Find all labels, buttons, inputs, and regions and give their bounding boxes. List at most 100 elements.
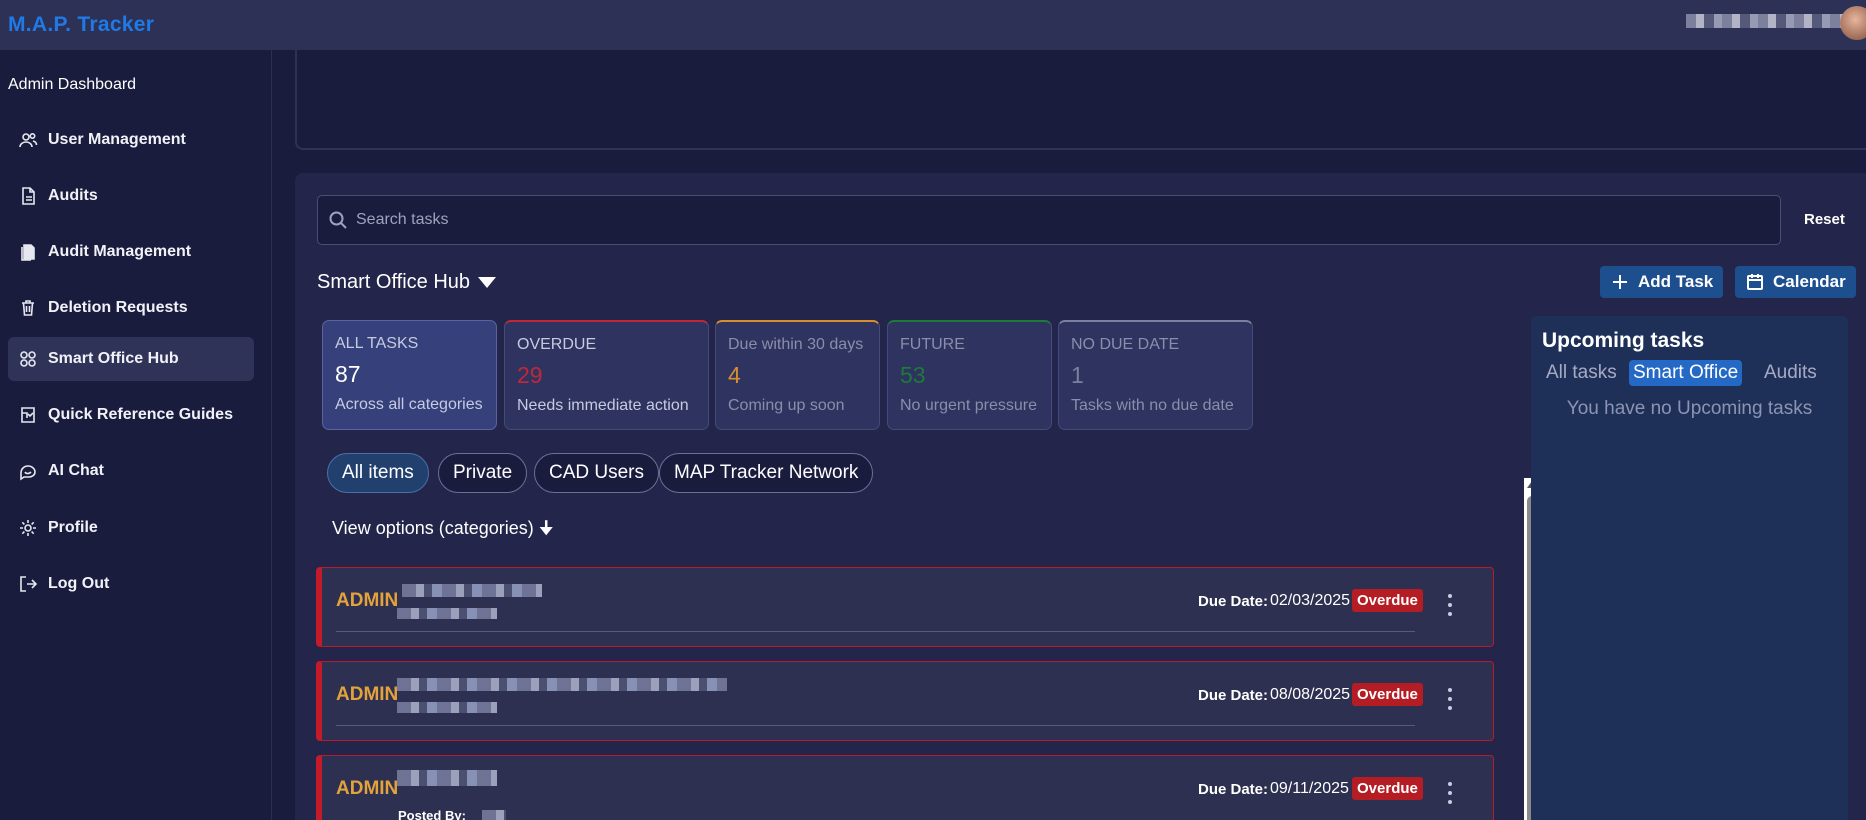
stat-card-all-tasks[interactable]: ALL TASKS 87 Across all categories bbox=[322, 320, 497, 430]
stat-value: 4 bbox=[728, 362, 741, 388]
add-task-label: Add Task bbox=[1638, 272, 1714, 291]
stat-desc: Needs immediate action bbox=[517, 397, 689, 414]
sidebar-item-audits[interactable]: Audits bbox=[8, 174, 254, 218]
search-input[interactable] bbox=[356, 211, 1756, 229]
avatar[interactable] bbox=[1840, 6, 1866, 40]
status-badge: Overdue bbox=[1352, 589, 1423, 612]
task-title bbox=[397, 678, 727, 691]
stat-value: 1 bbox=[1071, 362, 1084, 388]
sidebar-item-label: AI Chat bbox=[48, 462, 104, 479]
task-row[interactable]: ADMIN Posted By: Due Date: 09/11/2025 Ov… bbox=[316, 755, 1494, 820]
stat-value: 29 bbox=[517, 362, 543, 388]
top-panel bbox=[295, 50, 1866, 150]
chat-icon bbox=[18, 461, 38, 481]
task-row[interactable]: ADMIN Due Date: 02/03/2025 Overdue bbox=[316, 567, 1494, 647]
sidebar-item-profile[interactable]: Profile bbox=[8, 506, 254, 550]
sidebar-item-smart-office-hub[interactable]: Smart Office Hub bbox=[8, 337, 254, 381]
trash-icon bbox=[18, 298, 38, 318]
hub-selector[interactable]: Smart Office Hub bbox=[317, 271, 497, 294]
sidebar-item-audit-management[interactable]: Audit Management bbox=[8, 230, 254, 274]
top-bar: M.A.P. Tracker bbox=[0, 0, 1866, 50]
upcoming-title: Upcoming tasks bbox=[1542, 329, 1705, 352]
due-date-label: Due Date: bbox=[1198, 593, 1269, 610]
due-date: 08/08/2025 bbox=[1270, 686, 1351, 703]
task-subtitle bbox=[397, 608, 497, 619]
task-title bbox=[397, 770, 497, 786]
more-options-icon[interactable] bbox=[1447, 594, 1453, 616]
stat-label: FUTURE bbox=[900, 336, 965, 353]
plus-icon bbox=[1613, 275, 1627, 289]
content-panel: Reset Smart Office Hub Add Task Calendar… bbox=[295, 173, 1866, 820]
stat-desc: No urgent pressure bbox=[900, 397, 1037, 414]
clipboard-icon bbox=[18, 242, 38, 262]
filter-private[interactable]: Private bbox=[438, 453, 528, 493]
task-title bbox=[402, 584, 542, 597]
filter-cad-users[interactable]: CAD Users bbox=[534, 453, 660, 493]
task-row[interactable]: ADMIN Due Date: 08/08/2025 Overdue bbox=[316, 661, 1494, 741]
document-icon bbox=[18, 186, 38, 206]
sidebar-item-label: Audits bbox=[48, 187, 98, 204]
upcoming-tab-smart-office[interactable]: Smart Office bbox=[1629, 360, 1743, 386]
user-name[interactable] bbox=[1686, 14, 1846, 28]
task-tag: ADMIN bbox=[336, 684, 399, 705]
caret-down-icon bbox=[478, 277, 497, 288]
due-date-label: Due Date: bbox=[1198, 687, 1269, 704]
upcoming-tasks-panel: Upcoming tasks All tasks Smart Office Au… bbox=[1531, 316, 1848, 820]
search-box bbox=[317, 195, 1781, 245]
stat-card-overdue[interactable]: OVERDUE 29 Needs immediate action bbox=[504, 320, 709, 430]
stat-label: ALL TASKS bbox=[335, 335, 419, 352]
sidebar-item-quick-reference-guides[interactable]: Quick Reference Guides bbox=[8, 393, 254, 437]
sidebar-item-user-management[interactable]: User Management bbox=[8, 118, 254, 162]
stat-desc: Tasks with no due date bbox=[1071, 397, 1234, 414]
reset-button[interactable]: Reset bbox=[1804, 211, 1845, 228]
stat-card-no-due-date[interactable]: NO DUE DATE 1 Tasks with no due date bbox=[1058, 320, 1253, 430]
stat-card-future[interactable]: FUTURE 53 No urgent pressure bbox=[887, 320, 1052, 430]
filter-all-items[interactable]: All items bbox=[327, 453, 429, 493]
divider bbox=[336, 631, 1415, 632]
sidebar-item-label: Profile bbox=[48, 519, 98, 536]
gear-icon bbox=[18, 518, 38, 538]
hub-title: Smart Office Hub bbox=[317, 271, 471, 293]
due-date-label: Due Date: bbox=[1198, 781, 1269, 798]
upcoming-empty-message: You have no Upcoming tasks bbox=[1566, 398, 1813, 419]
stat-value: 87 bbox=[335, 361, 361, 387]
app-title[interactable]: M.A.P. Tracker bbox=[8, 13, 154, 37]
stat-value: 53 bbox=[900, 362, 926, 388]
filter-map-tracker-network[interactable]: MAP Tracker Network bbox=[659, 453, 874, 493]
stat-desc: Across all categories bbox=[335, 396, 483, 413]
calendar-button[interactable]: Calendar bbox=[1735, 266, 1856, 298]
sidebar-item-label: Log Out bbox=[48, 575, 110, 592]
due-date: 02/03/2025 bbox=[1270, 592, 1351, 609]
sidebar-item-label: Audit Management bbox=[48, 243, 192, 260]
grid-icon bbox=[18, 349, 38, 369]
sidebar-item-label: Deletion Requests bbox=[48, 299, 188, 316]
book-icon bbox=[18, 405, 38, 425]
divider bbox=[336, 725, 1415, 726]
search-icon bbox=[329, 211, 347, 229]
sidebar-item-log-out[interactable]: Log Out bbox=[8, 562, 254, 606]
sidebar-item-deletion-requests[interactable]: Deletion Requests bbox=[8, 286, 254, 330]
sidebar: Admin Dashboard User Management Audits A… bbox=[0, 50, 272, 820]
sidebar-header: Admin Dashboard bbox=[8, 76, 137, 93]
upcoming-tab-all[interactable]: All tasks bbox=[1542, 360, 1621, 386]
logout-icon bbox=[18, 574, 38, 594]
due-date: 09/11/2025 bbox=[1270, 780, 1349, 797]
upcoming-tab-audits[interactable]: Audits bbox=[1760, 360, 1821, 386]
view-options-toggle[interactable]: View options (categories) 🠋 bbox=[332, 516, 554, 546]
more-options-icon[interactable] bbox=[1447, 782, 1453, 804]
status-badge: Overdue bbox=[1352, 683, 1423, 706]
posted-by-value bbox=[482, 810, 506, 820]
sidebar-item-label: Quick Reference Guides bbox=[48, 406, 233, 423]
add-task-button[interactable]: Add Task bbox=[1600, 266, 1724, 298]
calendar-icon bbox=[1747, 274, 1763, 290]
posted-by-label: Posted By: bbox=[398, 808, 466, 820]
status-badge: Overdue bbox=[1352, 777, 1423, 800]
sidebar-item-ai-chat[interactable]: AI Chat bbox=[8, 449, 254, 493]
stat-desc: Coming up soon bbox=[728, 397, 845, 414]
sidebar-item-label: Smart Office Hub bbox=[48, 350, 179, 367]
stat-label: OVERDUE bbox=[517, 336, 597, 353]
stat-card-due-soon[interactable]: Due within 30 days 4 Coming up soon bbox=[715, 320, 880, 430]
task-subtitle bbox=[397, 702, 497, 713]
more-options-icon[interactable] bbox=[1447, 688, 1453, 710]
calendar-label: Calendar bbox=[1773, 272, 1846, 291]
